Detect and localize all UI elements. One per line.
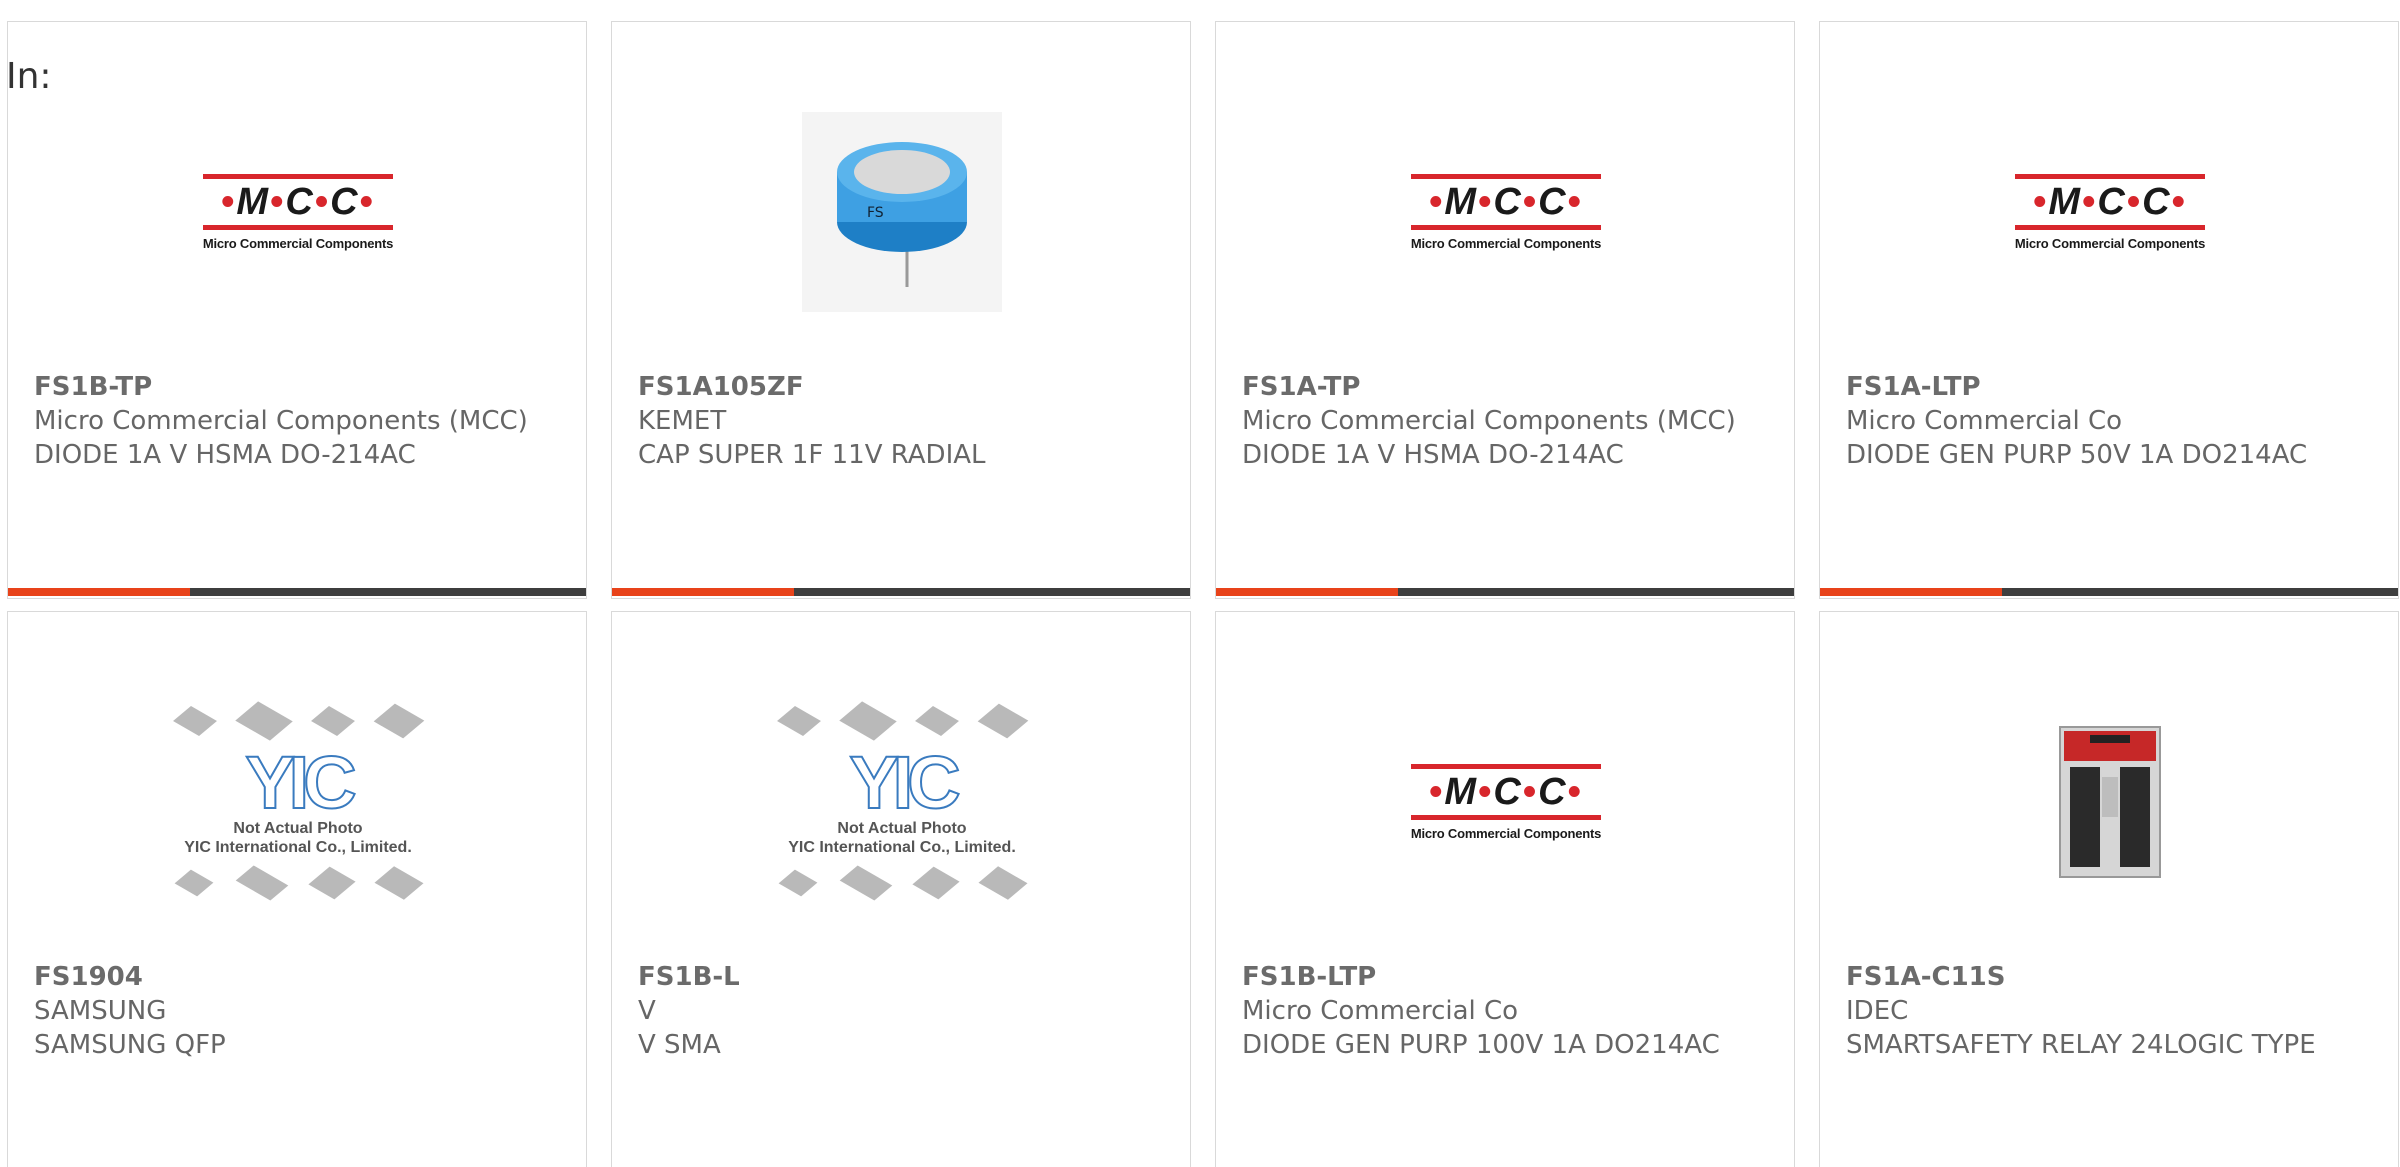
product-card[interactable]: YIC Not Actual Photo YIC International C… xyxy=(611,611,1191,1167)
relay-image[interactable] xyxy=(1910,682,2310,922)
product-card[interactable]: FS FS1A105ZF KEMET CAP SUPER 1F 11V RADI… xyxy=(611,21,1191,599)
manufacturer-name: Micro Commercial Components (MCC) xyxy=(34,406,528,436)
card-bar xyxy=(8,588,586,596)
product-card[interactable]: YIC Not Actual Photo YIC International C… xyxy=(7,611,587,1167)
part-number-link[interactable]: FS1A105ZF xyxy=(638,372,804,402)
part-number-link[interactable]: FS1A-C11S xyxy=(1846,962,2005,992)
product-description: DIODE 1A V HSMA DO-214AC xyxy=(1242,440,1624,470)
manufacturer-name: SAMSUNG xyxy=(34,996,167,1026)
manufacturer-name: Micro Commercial Co xyxy=(1846,406,2123,436)
manufacturer-name: V xyxy=(638,996,656,1026)
yic-placeholder-image[interactable]: YIC Not Actual Photo YIC International C… xyxy=(98,682,498,922)
product-description: SMARTSAFETY RELAY 24LOGIC TYPE xyxy=(1846,1030,2316,1060)
product-card[interactable]: •M•C•C• Micro Commercial Components FS1A… xyxy=(1819,21,2399,599)
manufacturer-name: IDEC xyxy=(1846,996,1909,1026)
relay-icon xyxy=(2059,726,2161,878)
manufacturer-name: KEMET xyxy=(638,406,727,436)
product-card[interactable]: •M•C•C• Micro Commercial Components FS1B… xyxy=(1215,611,1795,1167)
svg-text:FS: FS xyxy=(867,205,884,221)
part-number-link[interactable]: FS1B-LTP xyxy=(1242,962,1376,992)
part-number-link[interactable]: FS1904 xyxy=(34,962,143,992)
product-description: CAP SUPER 1F 11V RADIAL xyxy=(638,440,986,470)
capacitor-image[interactable]: FS xyxy=(702,92,1102,332)
yic-placeholder-image[interactable]: YIC Not Actual Photo YIC International C… xyxy=(702,682,1102,922)
part-number-link[interactable]: FS1B-TP xyxy=(34,372,152,402)
mcc-logo-image[interactable]: •M•C•C• Micro Commercial Components xyxy=(1306,92,1706,332)
product-card[interactable]: •M•C•C• Micro Commercial Components FS1B… xyxy=(7,21,587,599)
capacitor-icon: FS xyxy=(837,142,967,287)
product-description: DIODE GEN PURP 50V 1A DO214AC xyxy=(1846,440,2308,470)
manufacturer-name: Micro Commercial Co xyxy=(1242,996,1519,1026)
product-card[interactable]: •M•C•C• Micro Commercial Components FS1A… xyxy=(1215,21,1795,599)
filter-label: In: xyxy=(6,56,52,97)
product-description: DIODE 1A V HSMA DO-214AC xyxy=(34,440,416,470)
product-description: V SMA xyxy=(638,1030,721,1060)
mcc-logo-image[interactable]: •M•C•C• Micro Commercial Components xyxy=(98,92,498,332)
product-card[interactable]: FS1A-C11S IDEC SMARTSAFETY RELAY 24LOGIC… xyxy=(1819,611,2399,1167)
product-description: DIODE GEN PURP 100V 1A DO214AC xyxy=(1242,1030,1720,1060)
card-bar xyxy=(612,588,1190,596)
manufacturer-name: Micro Commercial Components (MCC) xyxy=(1242,406,1736,436)
part-number-link[interactable]: FS1A-LTP xyxy=(1846,372,1981,402)
mcc-logo-image[interactable]: •M•C•C• Micro Commercial Components xyxy=(1306,682,1706,922)
mcc-logo-image[interactable]: •M•C•C• Micro Commercial Components xyxy=(1910,92,2310,332)
product-description: SAMSUNG QFP xyxy=(34,1030,226,1060)
part-number-link[interactable]: FS1B-L xyxy=(638,962,740,992)
part-number-link[interactable]: FS1A-TP xyxy=(1242,372,1360,402)
card-bar xyxy=(1216,588,1794,596)
card-bar xyxy=(1820,588,2398,596)
